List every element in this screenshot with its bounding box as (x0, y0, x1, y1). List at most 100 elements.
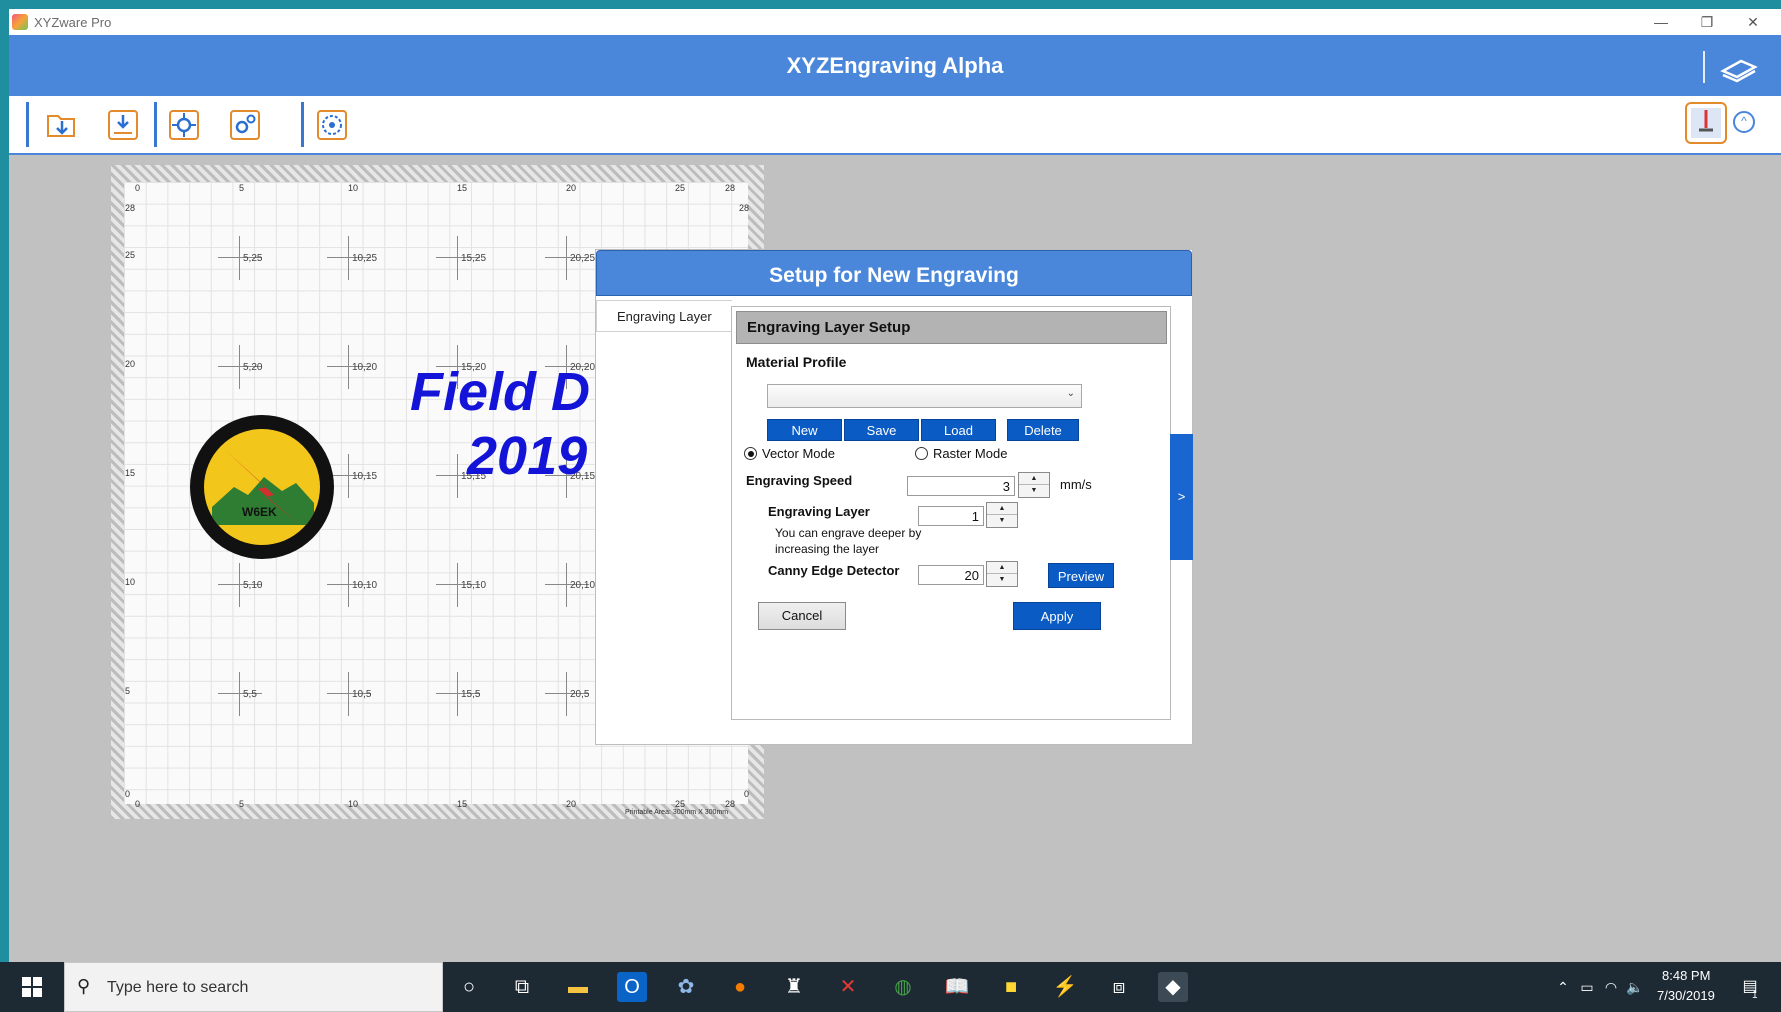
clock-date[interactable]: 7/30/2019 (1657, 988, 1715, 1003)
app-icon[interactable]: ⧈ (1104, 972, 1134, 1002)
delete-profile-button[interactable]: Delete (1007, 419, 1079, 441)
cancel-button[interactable]: Cancel (758, 602, 846, 630)
header-divider (1703, 51, 1705, 83)
x-tick-label: 28 (725, 183, 736, 193)
minimize-button[interactable]: — (1638, 10, 1684, 34)
app-icon[interactable]: ✕ (833, 972, 863, 1002)
y-tick-label: 25 (125, 250, 136, 260)
volume-icon[interactable]: 🔈 (1620, 972, 1650, 1002)
windows-start-icon[interactable] (22, 977, 42, 997)
coord-label: 5,25 (243, 253, 263, 264)
x-tick-label: 5 (239, 183, 245, 193)
coord-label: 5,5 (243, 689, 257, 700)
y-tick-label: 10 (125, 577, 136, 587)
collapse-toolbar-icon[interactable]: ^ (1733, 111, 1755, 133)
clock-time[interactable]: 8:48 PM (1662, 968, 1710, 983)
expand-panel-button[interactable]: > (1170, 434, 1193, 560)
taskbar: ⚲ Type here to search ○ ⧉ ▬ O ✿ ● ♜ ✕ ◍ … (0, 962, 1781, 1012)
material-profile-select[interactable]: ⌄ (767, 384, 1082, 408)
x-tick-label: 0 (135, 799, 141, 809)
logo-callsign: W6EK (242, 505, 277, 519)
preview-button[interactable]: Preview (1048, 563, 1114, 588)
vector-mode-label: Vector Mode (762, 446, 835, 461)
window-title: XYZware Pro (34, 15, 112, 30)
coord-label: 20,5 (570, 689, 590, 700)
field-day-text[interactable]: Field D (410, 361, 590, 423)
stepper-up-icon[interactable]: ▲ (1019, 473, 1049, 485)
brand-logo-icon[interactable] (1719, 53, 1759, 83)
engraving-layer-input[interactable]: 1 (918, 506, 984, 526)
app-icon[interactable]: ✿ (671, 972, 701, 1002)
tab-engraving-layer[interactable]: Engraving Layer (596, 300, 732, 332)
file-explorer-icon[interactable]: ▬ (563, 972, 593, 1002)
x-tick-label: 15 (457, 799, 468, 809)
import-engrave-icon[interactable] (106, 108, 140, 142)
taskbar-search[interactable]: ⚲ Type here to search (64, 962, 443, 1012)
x-tick-label: 25 (675, 799, 686, 809)
coord-label: 10,5 (352, 689, 372, 700)
x-tick-label: 20 (566, 183, 577, 193)
canny-edge-input[interactable]: 20 (918, 565, 984, 585)
vector-mode-radio[interactable] (744, 447, 757, 460)
engraving-speed-input[interactable]: 3 (907, 476, 1015, 496)
new-profile-button[interactable]: New (767, 419, 842, 441)
outlook-icon[interactable]: O (617, 972, 647, 1002)
x-tick-label: 0 (135, 183, 141, 193)
canny-edge-stepper[interactable]: ▲ ▼ (986, 561, 1018, 587)
club-logo-design[interactable]: W6EK (190, 415, 334, 559)
close-button[interactable]: ✕ (1730, 10, 1776, 34)
engraving-layer-stepper[interactable]: ▲ ▼ (986, 502, 1018, 528)
year-text[interactable]: 2019 (467, 425, 587, 487)
app-icon[interactable]: ♜ (779, 972, 809, 1002)
coord-label: 20,10 (570, 580, 596, 591)
logo-inner (204, 429, 320, 545)
save-profile-button[interactable]: Save (844, 419, 919, 441)
coord-label: 20,25 (570, 253, 596, 264)
engraving-layer-label: Engraving Layer (768, 504, 870, 519)
restore-button[interactable]: ❐ (1684, 10, 1730, 34)
y-tick-label: 0 (744, 789, 750, 799)
app-header: XYZEngraving Alpha (9, 35, 1781, 96)
cortana-icon[interactable]: ○ (454, 972, 484, 1002)
laser-engraver-icon[interactable] (1685, 102, 1727, 144)
setup-dialog: Setup for New Engraving Engraving Layer … (595, 249, 1193, 745)
engraving-speed-stepper[interactable]: ▲ ▼ (1018, 472, 1050, 498)
dialog-header: Setup for New Engraving (596, 250, 1192, 296)
stepper-down-icon[interactable]: ▼ (987, 515, 1017, 527)
coord-label: 15,5 (461, 689, 481, 700)
toolbar: ^ (9, 96, 1781, 155)
apply-button[interactable]: Apply (1013, 602, 1101, 630)
open-folder-icon[interactable] (45, 108, 79, 142)
y-tick-label: 15 (125, 468, 136, 478)
raster-mode-radio[interactable] (915, 447, 928, 460)
x-tick-label: 15 (457, 183, 468, 193)
book-icon[interactable]: 📖 (942, 972, 972, 1002)
title-bar: XYZware Pro — ❐ ✕ (9, 9, 1781, 35)
globe-icon[interactable]: ◍ (888, 972, 918, 1002)
xyzware-icon[interactable]: ◆ (1158, 972, 1188, 1002)
engrave-icon[interactable] (167, 108, 201, 142)
speed-unit-label: mm/s (1060, 477, 1092, 492)
coord-label: 5,10 (243, 580, 263, 591)
x-tick-label: 5 (239, 799, 245, 809)
lightning-icon[interactable]: ⚡ (1050, 972, 1080, 1002)
app-window: XYZware Pro — ❐ ✕ XYZEngraving Alpha ^ 0… (9, 9, 1781, 962)
canny-edge-label: Canny Edge Detector (768, 563, 900, 578)
stepper-up-icon[interactable]: ▲ (987, 562, 1017, 574)
load-profile-button[interactable]: Load (921, 419, 996, 441)
toolbar-divider (154, 102, 157, 147)
stepper-down-icon[interactable]: ▼ (987, 574, 1017, 586)
sticky-notes-icon[interactable]: ■ (996, 972, 1026, 1002)
coord-label: 10,25 (352, 253, 378, 264)
settings-gear-icon[interactable] (228, 108, 262, 142)
firefox-icon[interactable]: ● (725, 972, 755, 1002)
notification-icon[interactable]: ▤ (1735, 972, 1765, 1002)
stepper-up-icon[interactable]: ▲ (987, 503, 1017, 515)
y-tick-label: 28 (125, 203, 136, 213)
x-tick-label: 25 (675, 183, 686, 193)
layer-hint-line-1: You can engrave deeper by (775, 526, 922, 540)
engraving-speed-label: Engraving Speed (746, 473, 853, 488)
stepper-down-icon[interactable]: ▼ (1019, 485, 1049, 497)
maintenance-icon[interactable] (315, 108, 349, 142)
task-view-icon[interactable]: ⧉ (507, 972, 537, 1002)
